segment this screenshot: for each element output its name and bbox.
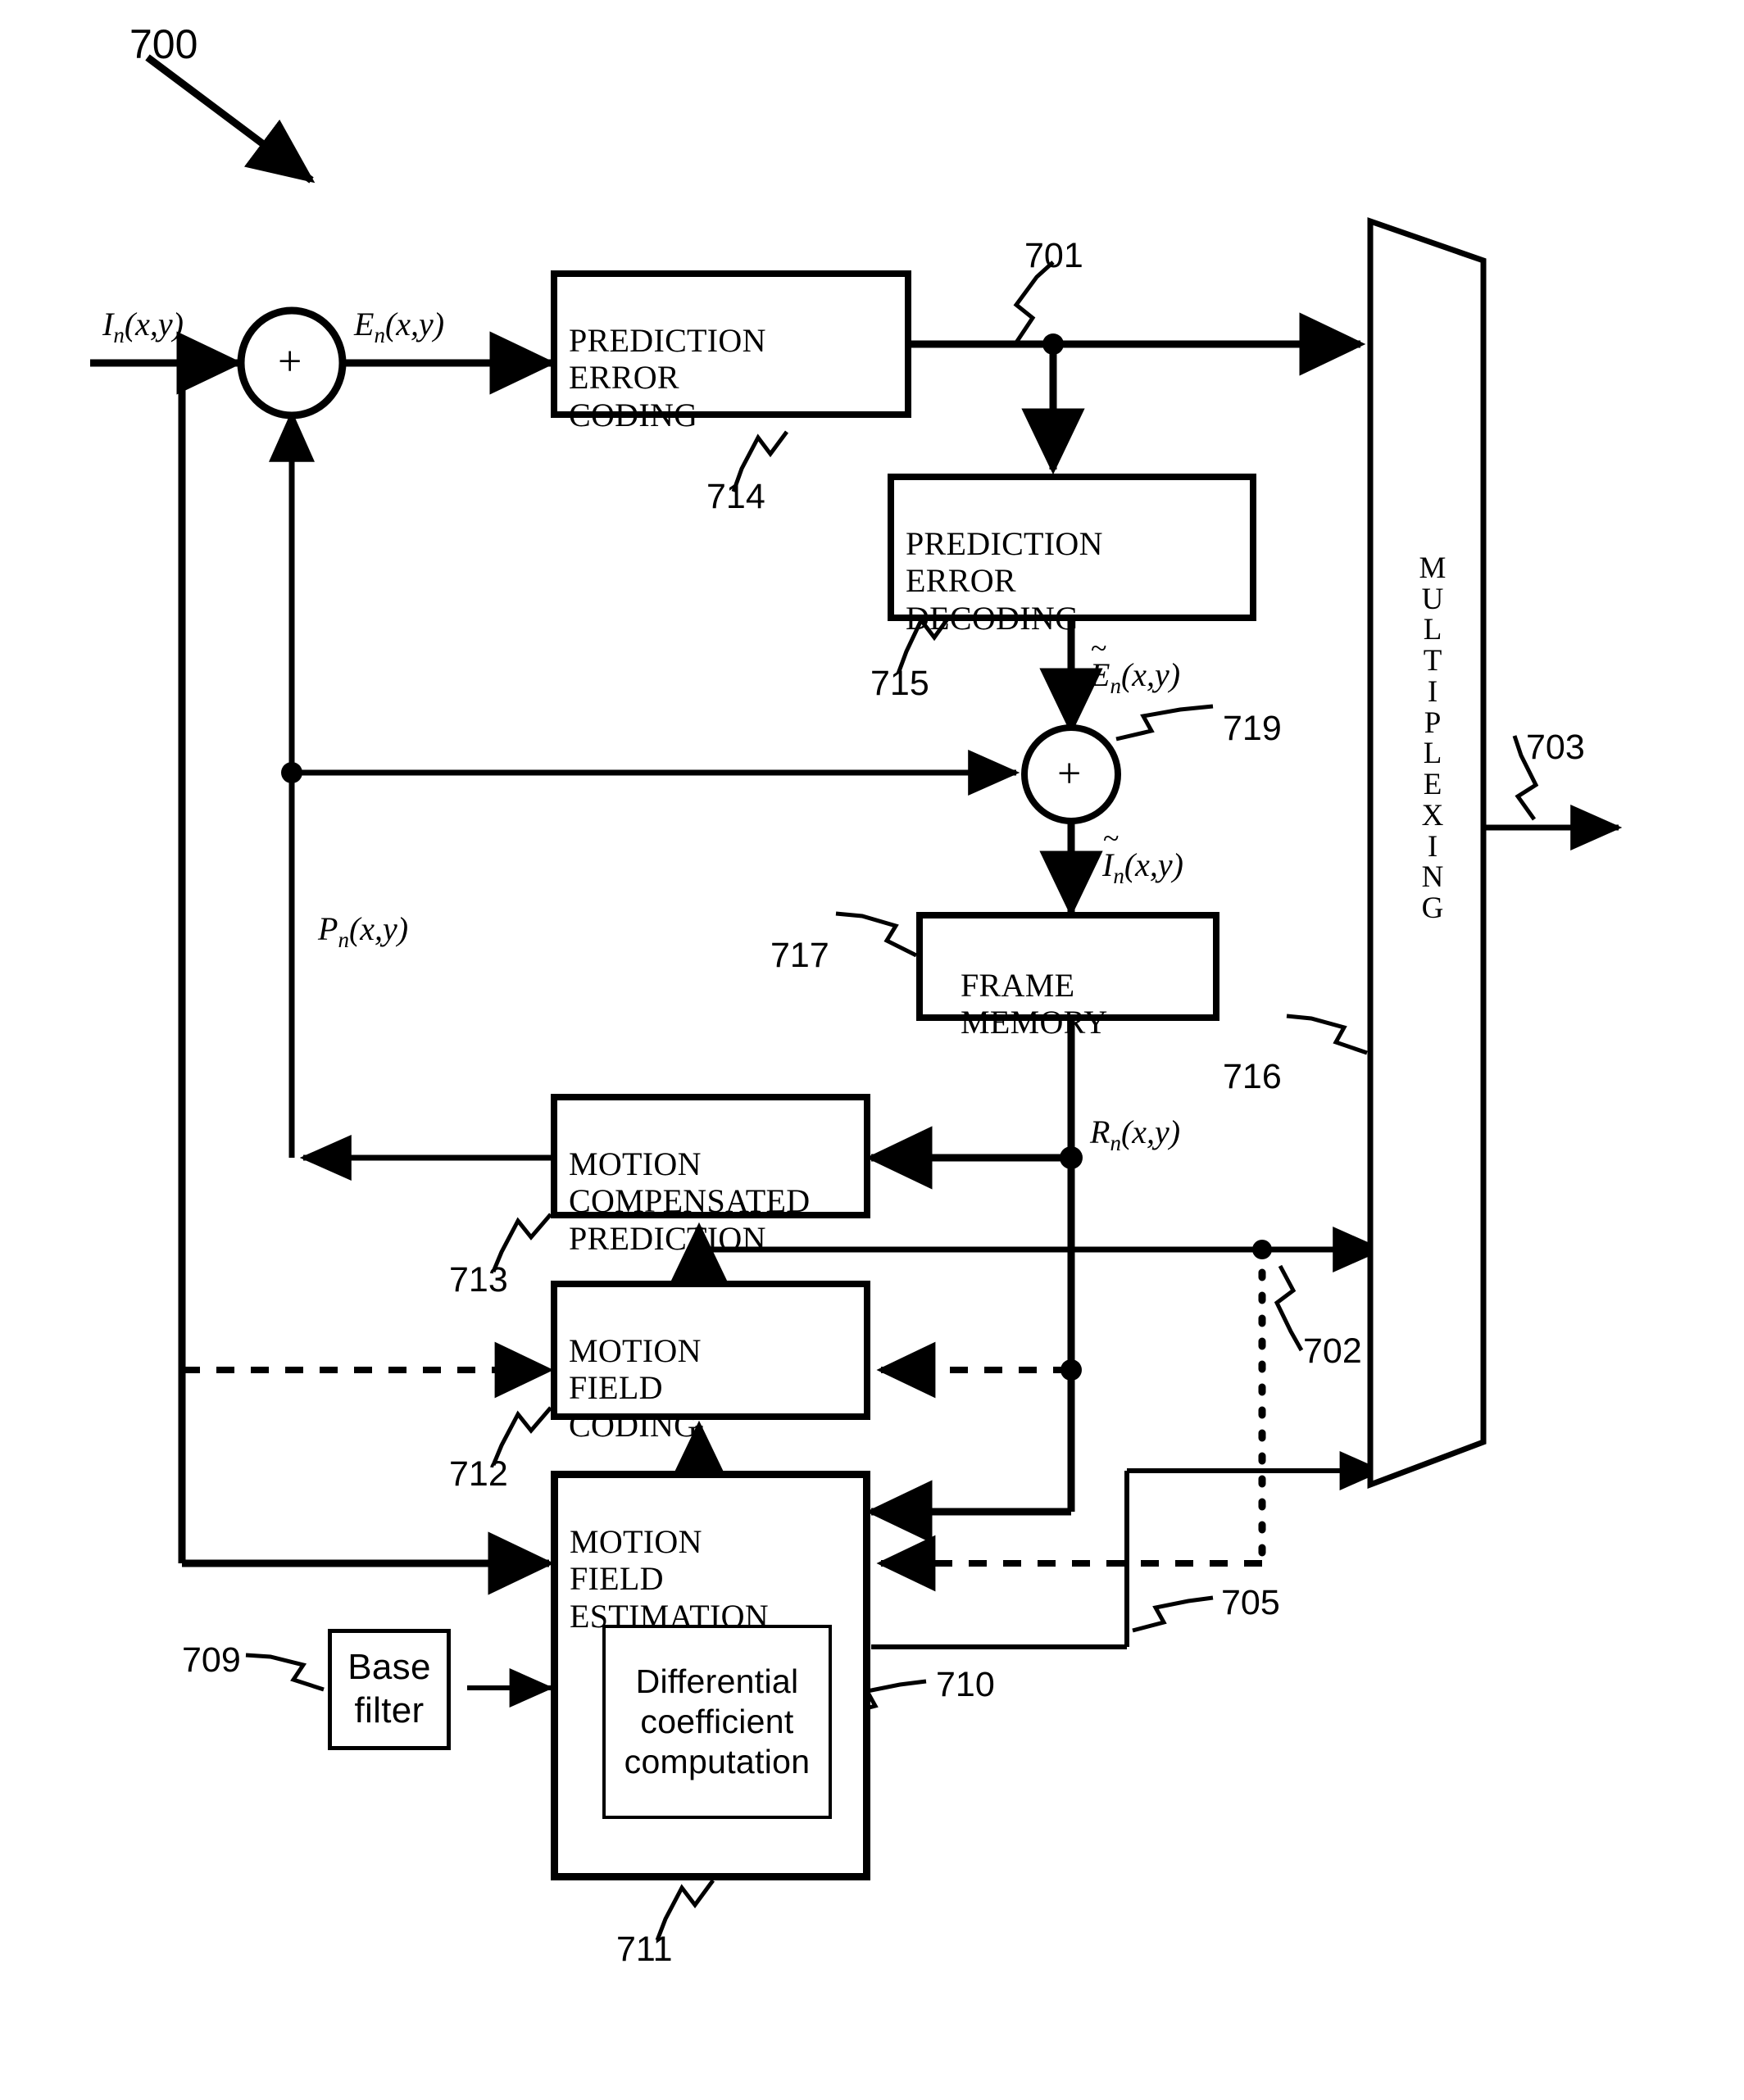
- reconstruction-adder-plus: +: [1057, 751, 1082, 797]
- input-adder-plus: +: [278, 338, 302, 385]
- signal-reference-frame: Rn(x,y): [1090, 1113, 1180, 1156]
- signal-sub: n: [1110, 674, 1121, 698]
- ref-numeral-717: 717: [770, 936, 829, 975]
- leader-716: [1286, 1014, 1368, 1055]
- figure-700-diagram: PREDICTION ERROR CODING PREDICTION ERROR…: [0, 0, 1744, 2100]
- tilde-wrapper: ~ I: [1102, 822, 1119, 884]
- signal-prediction-frame: Pn(x,y): [318, 909, 408, 953]
- differential-coefficient-computation-block[interactable]: Differential coefficient computation: [602, 1625, 832, 1819]
- leader-717: [835, 911, 918, 958]
- base-filter-block[interactable]: Base filter: [328, 1629, 451, 1750]
- motion-field-estimation-label: MOTION FIELD ESTIMATION: [570, 1523, 769, 1635]
- signal-args: (x,y): [1120, 1113, 1181, 1150]
- ref-numeral-713: 713: [449, 1260, 508, 1299]
- signal-args: (x,y): [124, 306, 184, 342]
- differential-coefficient-computation-label: Differential coefficient computation: [624, 1662, 811, 1781]
- base-filter-label: Base filter: [347, 1647, 431, 1730]
- ref-numeral-702: 702: [1303, 1331, 1362, 1371]
- signal-base: I: [102, 306, 114, 342]
- ref-numeral-709: 709: [182, 1640, 241, 1680]
- signal-args: (x,y): [1124, 846, 1183, 883]
- signal-base: E: [354, 306, 375, 342]
- prediction-error-decoding-label: PREDICTION ERROR DECODING: [906, 525, 1103, 637]
- multiplexing-label: M U L T I P L E X I N G: [1419, 551, 1447, 926]
- leader-719: [1115, 704, 1214, 742]
- ref-numeral-701: 701: [1024, 236, 1083, 275]
- frame-memory-block[interactable]: FRAME MEMORY: [916, 912, 1219, 1041]
- ref-numeral-711: 711: [616, 1930, 673, 1969]
- motion-compensated-prediction-block[interactable]: MOTION COMPENSATED PREDICTION: [551, 1094, 870, 1257]
- tilde-mark: ~: [1103, 822, 1120, 855]
- signal-reconstructed-frame: ~ In(x,y): [1102, 822, 1183, 889]
- signal-sub: n: [113, 323, 125, 347]
- junction-dot-701: [1042, 333, 1064, 355]
- signal-sub: n: [374, 323, 385, 347]
- frame-memory-label: FRAME MEMORY: [961, 967, 1108, 1041]
- tilde-wrapper: ~ E: [1090, 632, 1110, 694]
- ref-numeral-700: 700: [129, 21, 198, 67]
- signal-base: R: [1090, 1113, 1110, 1150]
- leader-709: [245, 1653, 325, 1692]
- signal-args: (x,y): [348, 910, 409, 947]
- motion-field-coding-block[interactable]: MOTION FIELD CODING: [551, 1281, 870, 1444]
- figure-callout-arrow: [145, 54, 316, 184]
- junction-dot-dashed: [1060, 1359, 1082, 1381]
- ref-numeral-703: 703: [1526, 728, 1585, 767]
- tilde-mark: ~: [1091, 632, 1107, 664]
- signal-args: (x,y): [1120, 656, 1181, 693]
- leader-702: [1274, 1264, 1304, 1352]
- signal-sub: n: [1113, 864, 1124, 888]
- prediction-error-coding-label: PREDICTION ERROR CODING: [569, 322, 766, 433]
- signal-sub: n: [338, 928, 349, 952]
- motion-field-coding-label: MOTION FIELD CODING: [569, 1332, 702, 1444]
- ref-numeral-710: 710: [936, 1665, 995, 1704]
- leader-705: [1132, 1595, 1214, 1633]
- signal-sub: n: [1110, 1131, 1121, 1155]
- ref-numeral-719: 719: [1223, 709, 1282, 748]
- prediction-error-decoding-block[interactable]: PREDICTION ERROR DECODING: [888, 474, 1256, 637]
- ref-numeral-714: 714: [706, 477, 765, 516]
- prediction-error-coding-block[interactable]: PREDICTION ERROR CODING: [551, 270, 911, 433]
- ref-numeral-705: 705: [1221, 1583, 1280, 1622]
- signal-prediction-error: En(x,y): [354, 305, 444, 348]
- ref-numeral-712: 712: [449, 1454, 508, 1494]
- input-branch-down: [178, 363, 555, 1595]
- ref-numeral-715: 715: [870, 664, 929, 703]
- signal-decoded-prediction-error: ~ En(x,y): [1090, 632, 1181, 699]
- signal-args: (x,y): [384, 306, 445, 342]
- signal-input-frame: In(x,y): [102, 305, 184, 348]
- path-705: [871, 1451, 1384, 1649]
- signal-base: P: [318, 910, 338, 947]
- ref-numeral-716: 716: [1223, 1057, 1282, 1096]
